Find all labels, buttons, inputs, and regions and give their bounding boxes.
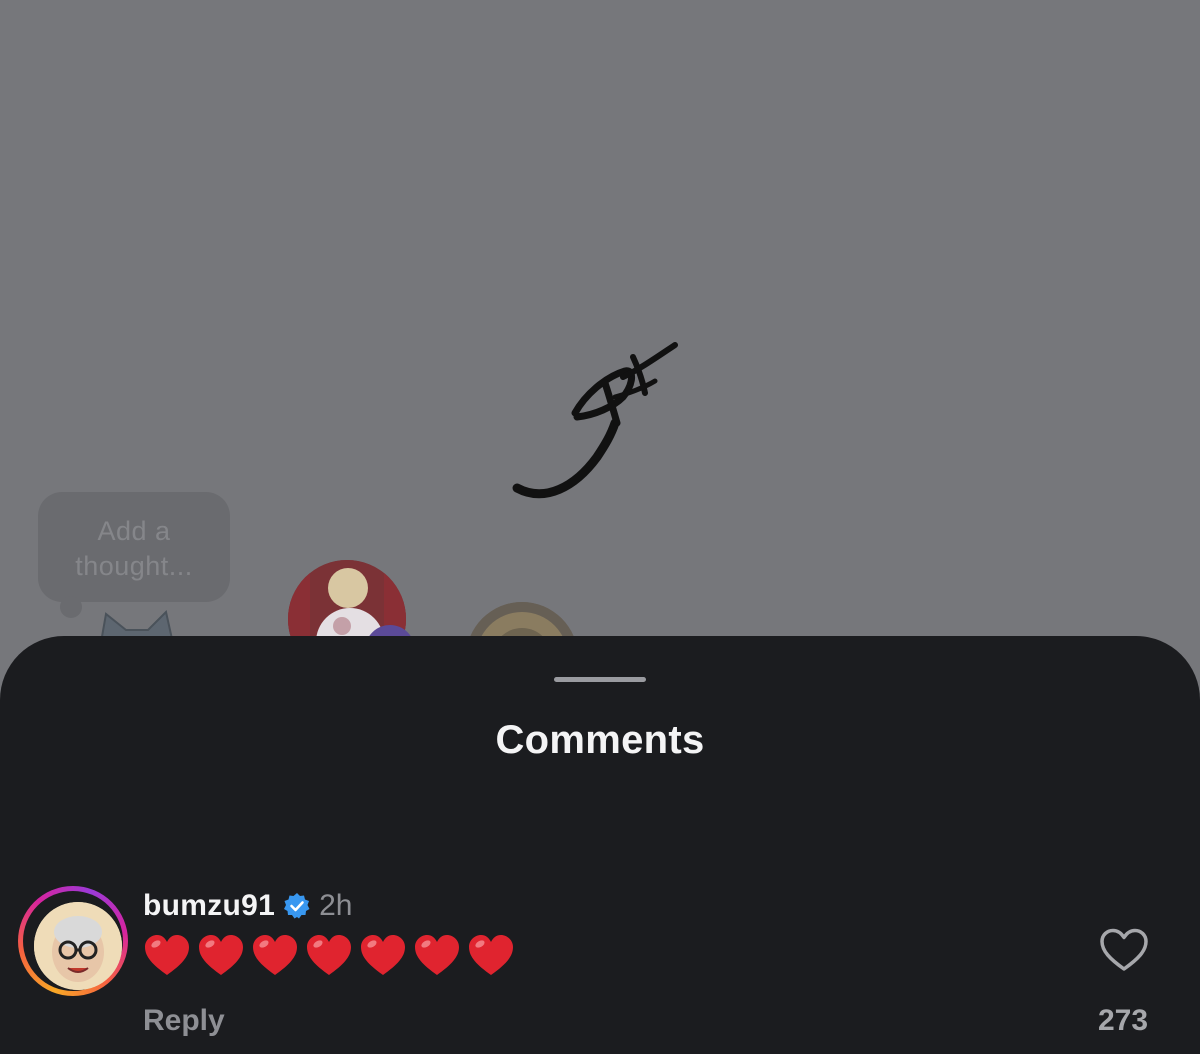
comment-item: bumzu91 2h Reply 273	[0, 880, 1200, 1054]
signature-drawing	[512, 342, 678, 499]
reply-button[interactable]: Reply	[143, 1004, 225, 1038]
red-heart-emoji-icon	[199, 935, 243, 975]
thought-placeholder-line1: Add a	[97, 516, 171, 546]
comment-username[interactable]: bumzu91	[143, 889, 275, 923]
comment-timestamp: 2h	[319, 889, 353, 922]
red-heart-emoji-icon	[145, 935, 189, 975]
sheet-grabber-handle[interactable]	[554, 677, 646, 682]
red-heart-emoji-icon	[361, 935, 405, 975]
red-heart-emoji-icon	[415, 935, 459, 975]
comment-header: bumzu91 2h	[143, 886, 353, 926]
red-heart-emoji-icon	[253, 935, 297, 975]
background-post[interactable]: Add a thought...	[0, 0, 1200, 714]
like-count: 273	[1097, 1004, 1149, 1037]
comments-sheet: Comments bumzu91 2h Reply 273	[0, 636, 1200, 1054]
thought-placeholder-line2: thought...	[75, 551, 193, 581]
sheet-title: Comments	[495, 718, 705, 762]
red-heart-emoji-icon	[469, 935, 513, 975]
heart-outline-icon[interactable]	[1098, 926, 1150, 974]
commenter-avatar	[34, 902, 122, 990]
verified-badge-icon	[284, 893, 310, 919]
red-heart-emoji-icon	[307, 935, 351, 975]
thought-bubble-tail	[60, 596, 82, 618]
screen: Add a thought... Comments bumzu91 2h Rep…	[0, 0, 1200, 1054]
add-thought-bubble[interactable]: Add a thought...	[38, 492, 230, 602]
avatar-ring-gap	[23, 891, 123, 991]
commenter-avatar-story-ring[interactable]	[18, 886, 128, 996]
memoji-avatar-image	[34, 902, 122, 990]
comment-text	[143, 932, 515, 980]
